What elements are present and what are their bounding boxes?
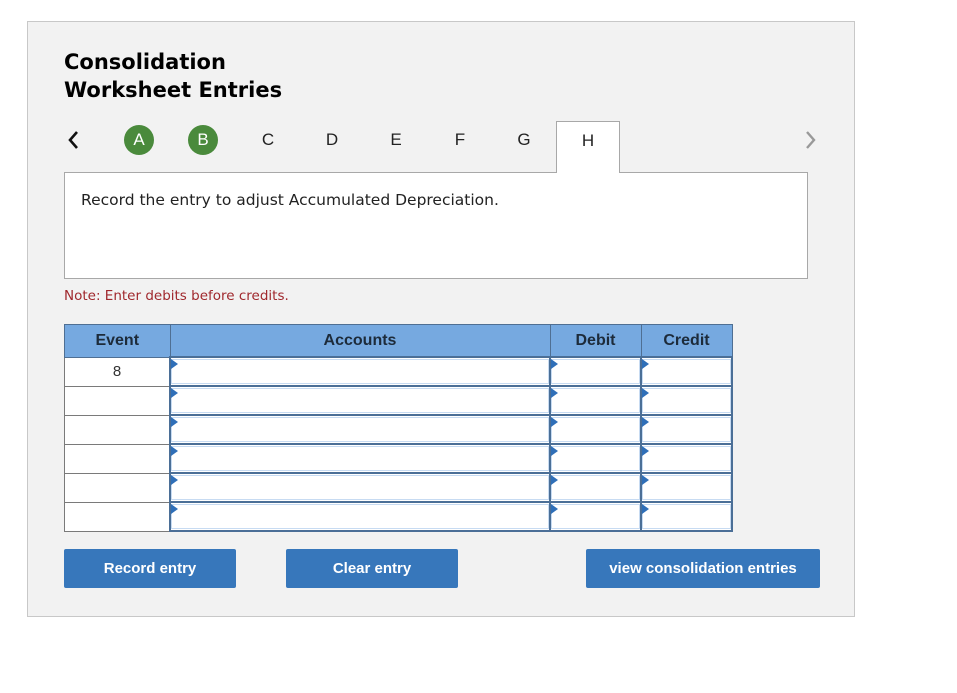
tab-c[interactable]: C: [253, 125, 283, 155]
dropdown-marker-icon: [171, 417, 178, 427]
account-input[interactable]: [171, 504, 549, 529]
debit-input[interactable]: [551, 475, 640, 500]
question-prompt-box: Record the entry to adjust Accumulated D…: [64, 172, 808, 279]
debit-input[interactable]: [551, 446, 640, 471]
column-header-event: Event: [64, 324, 171, 358]
credit-input[interactable]: [642, 504, 731, 529]
event-cell: [64, 414, 171, 445]
dropdown-marker-icon: [642, 475, 649, 485]
account-input[interactable]: [171, 388, 549, 413]
journal-entry-table: Event Accounts Debit Credit 8: [64, 324, 733, 532]
table-row: [64, 472, 733, 503]
chevron-right-icon: [806, 131, 816, 149]
event-cell: 8: [64, 356, 171, 387]
dropdown-marker-icon: [642, 359, 649, 369]
record-entry-button[interactable]: Record entry: [64, 549, 236, 588]
page-title: Consolidation Worksheet Entries: [64, 48, 282, 104]
dropdown-marker-icon: [171, 504, 178, 514]
table-row: [64, 385, 733, 416]
column-header-credit: Credit: [640, 324, 733, 358]
credit-input[interactable]: [642, 446, 731, 471]
dropdown-marker-icon: [551, 388, 558, 398]
title-line-1: Consolidation: [64, 50, 226, 74]
dropdown-marker-icon: [551, 446, 558, 456]
event-cell: [64, 472, 171, 503]
worksheet-panel: Consolidation Worksheet Entries A B C D …: [27, 21, 855, 617]
tab-d[interactable]: D: [317, 125, 347, 155]
table-row: [64, 414, 733, 445]
dropdown-marker-icon: [551, 504, 558, 514]
tab-a[interactable]: A: [124, 125, 154, 155]
debit-input[interactable]: [551, 504, 640, 529]
dropdown-marker-icon: [171, 388, 178, 398]
event-cell: [64, 385, 171, 416]
debit-input[interactable]: [551, 388, 640, 413]
dropdown-marker-icon: [171, 446, 178, 456]
dropdown-marker-icon: [642, 504, 649, 514]
account-input[interactable]: [171, 359, 549, 384]
dropdown-marker-icon: [551, 359, 558, 369]
table-row: [64, 501, 733, 532]
dropdown-marker-icon: [642, 446, 649, 456]
account-input[interactable]: [171, 417, 549, 442]
credit-input[interactable]: [642, 388, 731, 413]
dropdown-marker-icon: [642, 417, 649, 427]
next-tab-button[interactable]: [800, 128, 820, 152]
column-header-accounts: Accounts: [169, 324, 551, 358]
dropdown-marker-icon: [171, 359, 178, 369]
prompt-text: Record the entry to adjust Accumulated D…: [81, 191, 499, 209]
table-row: [64, 443, 733, 474]
tab-e[interactable]: E: [381, 125, 411, 155]
tab-b[interactable]: B: [188, 125, 218, 155]
table-header-row: Event Accounts Debit Credit: [64, 324, 733, 358]
dropdown-marker-icon: [551, 475, 558, 485]
event-cell: [64, 501, 171, 532]
debit-input[interactable]: [551, 359, 640, 384]
event-cell: [64, 443, 171, 474]
view-consolidation-entries-button[interactable]: view consolidation entries: [586, 549, 820, 588]
table-row: 8: [64, 356, 733, 387]
column-header-debit: Debit: [549, 324, 642, 358]
account-input[interactable]: [171, 475, 549, 500]
dropdown-marker-icon: [551, 417, 558, 427]
note-text: Note: Enter debits before credits.: [64, 288, 289, 304]
tab-g[interactable]: G: [509, 125, 539, 155]
dropdown-marker-icon: [171, 475, 178, 485]
tab-h[interactable]: H: [556, 121, 620, 173]
tab-f[interactable]: F: [445, 125, 475, 155]
title-line-2: Worksheet Entries: [64, 78, 283, 102]
chevron-left-icon: [68, 131, 78, 149]
credit-input[interactable]: [642, 359, 731, 384]
dropdown-marker-icon: [642, 388, 649, 398]
debit-input[interactable]: [551, 417, 640, 442]
account-input[interactable]: [171, 446, 549, 471]
credit-input[interactable]: [642, 475, 731, 500]
credit-input[interactable]: [642, 417, 731, 442]
clear-entry-button[interactable]: Clear entry: [286, 549, 458, 588]
previous-tab-button[interactable]: [64, 128, 84, 152]
